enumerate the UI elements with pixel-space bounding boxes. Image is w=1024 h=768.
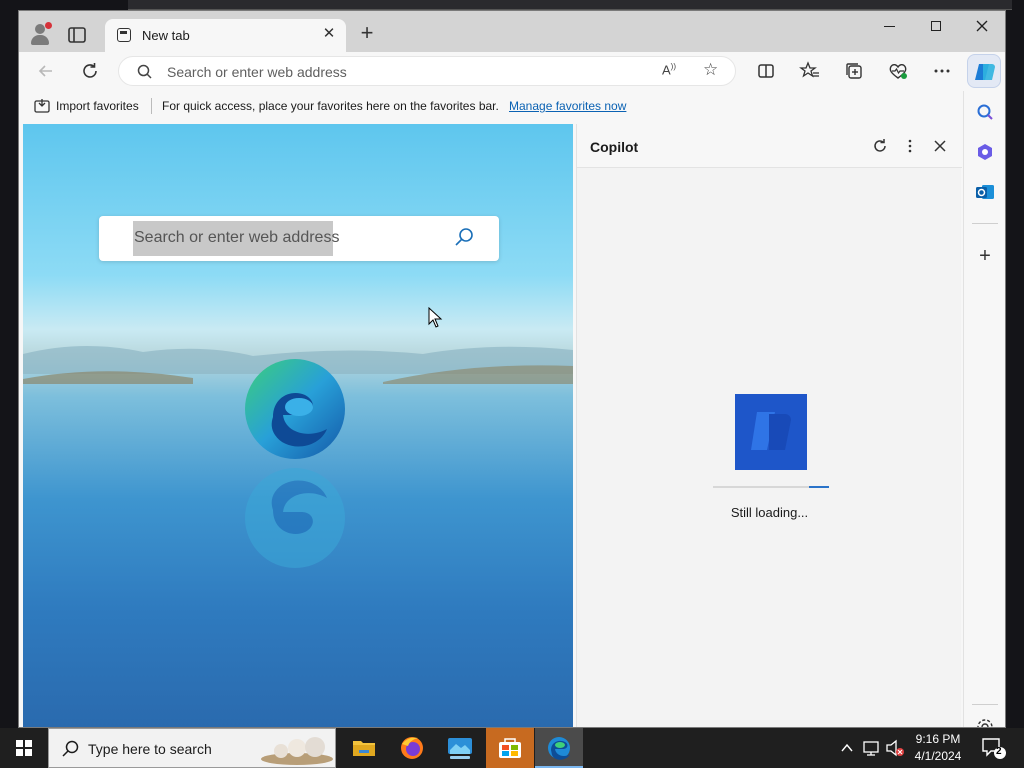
manage-favorites-link[interactable]: Manage favorites now — [509, 99, 626, 113]
search-highlight-art-icon — [261, 737, 333, 765]
close-window-button[interactable] — [959, 11, 1005, 43]
more-options-icon[interactable] — [931, 60, 953, 82]
sidebar-divider-bottom — [972, 704, 998, 705]
tray-network-icon[interactable] — [861, 728, 881, 768]
background-window-edge — [128, 0, 1012, 10]
collections-icon[interactable] — [843, 60, 865, 82]
copilot-status-text: Still loading... — [730, 505, 809, 520]
taskbar-firefox-icon[interactable] — [388, 728, 436, 768]
copilot-header: Copilot — [577, 124, 962, 168]
title-bar: New tab ✕ + — [19, 11, 1005, 52]
favorites-icon[interactable] — [799, 60, 821, 82]
sidebar-divider — [972, 223, 998, 224]
split-screen-icon[interactable] — [755, 60, 777, 82]
tab-close-icon[interactable]: ✕ — [320, 25, 338, 43]
copilot-close-icon[interactable] — [930, 136, 950, 156]
taskbar-search-label: Type here to search — [88, 741, 212, 757]
refresh-button[interactable] — [79, 60, 101, 82]
browser-essentials-icon[interactable] — [887, 60, 909, 82]
notification-count-badge: 2 — [996, 746, 1002, 757]
favorites-divider — [151, 98, 152, 114]
page-search-placeholder: Search or enter web address — [134, 229, 340, 246]
profile-avatar-icon[interactable] — [27, 21, 55, 49]
clock-time: 9:16 PM — [915, 732, 961, 746]
tab-title: New tab — [142, 28, 190, 43]
maximize-button[interactable] — [913, 11, 959, 43]
new-tab-button[interactable]: + — [356, 22, 378, 45]
mouse-cursor-icon — [428, 307, 443, 328]
sidebar-add-icon[interactable]: + — [974, 246, 996, 268]
copilot-logo-icon — [735, 394, 807, 470]
copilot-refresh-icon[interactable] — [870, 136, 890, 156]
notification-center-icon[interactable]: 2 — [980, 735, 1008, 761]
taskbar-app-icon[interactable] — [436, 728, 484, 768]
taskbar-edge-icon[interactable] — [535, 728, 583, 768]
import-favorites-button[interactable]: Import favorites — [56, 99, 139, 113]
edge-sidebar: + — [963, 91, 1005, 727]
taskbar-search-icon — [61, 739, 81, 764]
sidebar-settings-gear-icon[interactable] — [974, 716, 996, 727]
minimize-button[interactable] — [867, 11, 913, 43]
navigation-toolbar: A)) ☆ — [19, 52, 1005, 90]
taskbar-search-box[interactable]: Type here to search — [48, 728, 336, 768]
read-aloud-icon[interactable]: A)) — [662, 62, 676, 77]
copilot-pane: Copilot Still loading... — [576, 124, 962, 727]
favorite-star-icon[interactable]: ☆ — [703, 60, 718, 80]
taskbar-clock[interactable]: 9:16 PM 4/1/2024 — [904, 731, 972, 765]
windows-logo-icon — [16, 740, 32, 756]
start-button[interactable] — [0, 728, 48, 768]
copilot-loading-progress — [713, 486, 829, 488]
favorites-bar: Import favorites For quick access, place… — [19, 91, 959, 121]
sidebar-search-icon[interactable] — [974, 101, 996, 123]
tray-volume-muted-icon[interactable] — [884, 728, 906, 768]
favorites-hint: For quick access, place your favorites h… — [162, 99, 499, 113]
copilot-more-icon[interactable] — [900, 136, 920, 156]
tab-actions-menu-icon[interactable] — [66, 24, 88, 46]
page-search-icon[interactable] — [453, 226, 475, 253]
copilot-toolbar-button[interactable] — [967, 54, 1001, 88]
page-search-box[interactable]: Search or enter web address — [99, 216, 499, 261]
import-favorites-icon[interactable] — [33, 97, 51, 118]
edge-logo-reflection — [245, 468, 345, 568]
edge-logo-icon — [245, 359, 345, 459]
tab-new-tab[interactable]: New tab ✕ — [105, 19, 346, 52]
address-input[interactable] — [167, 62, 647, 82]
taskbar-store-icon[interactable] — [486, 728, 534, 768]
new-tab-page-icon — [117, 28, 131, 42]
sidebar-copilot-apps-icon[interactable] — [974, 141, 996, 163]
copilot-title: Copilot — [590, 139, 639, 155]
taskbar-file-explorer-icon[interactable] — [340, 728, 388, 768]
tray-show-hidden-icons[interactable] — [837, 728, 857, 768]
edge-browser-window: New tab ✕ + A)) ☆ — [18, 10, 1006, 728]
taskbar: Type here to search 9:16 PM 4/1/2024 2 — [0, 728, 1024, 768]
search-icon — [136, 63, 154, 86]
new-tab-page: Search or enter web address — [23, 124, 573, 727]
copilot-progress-fill — [809, 486, 829, 488]
sidebar-outlook-icon[interactable] — [974, 181, 996, 203]
clock-date: 4/1/2024 — [914, 749, 962, 763]
address-bar[interactable]: A)) ☆ — [118, 56, 736, 86]
back-button[interactable] — [35, 60, 57, 82]
